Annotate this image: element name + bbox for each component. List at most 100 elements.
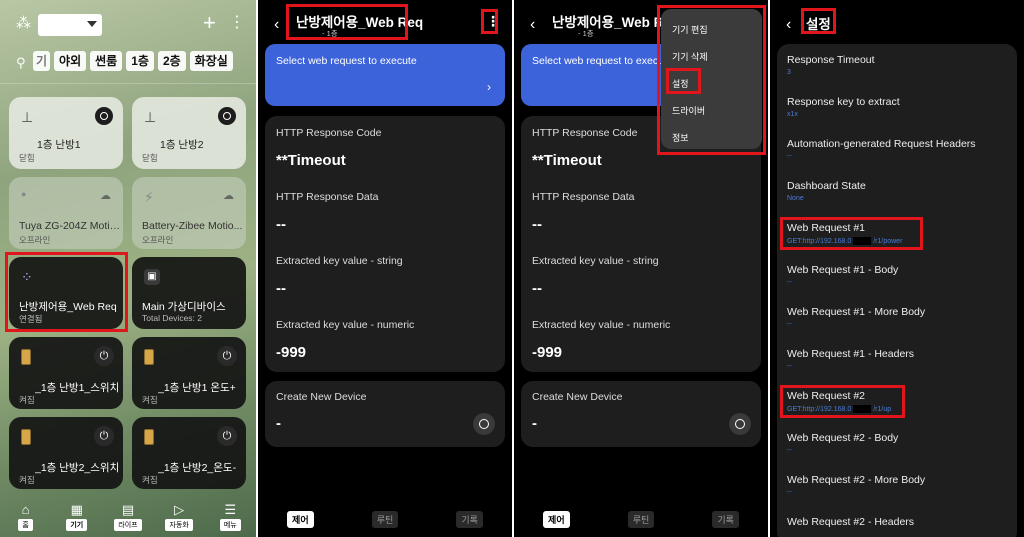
room-chip[interactable]: 썬룸 <box>90 51 123 71</box>
room-chip[interactable]: 기 <box>33 51 51 71</box>
tab-control[interactable]: 제어 <box>543 510 570 528</box>
redacted-mask <box>853 237 872 245</box>
tab-home[interactable]: ⌂ 홈 <box>6 502 46 531</box>
settings-item[interactable]: Response key to extract x1x <box>787 96 900 118</box>
url-prefix: GET:http://192.168.0 <box>787 405 852 413</box>
tab-routine[interactable]: 루틴 <box>627 510 655 528</box>
automation-icon: ▷ <box>174 502 185 517</box>
back-icon[interactable]: ‹ <box>274 16 279 34</box>
setting-title: Web Request #2 <box>787 390 866 402</box>
device-card[interactable]: ⊥ 1층 난방1 닫힘 <box>9 97 123 169</box>
more-options-icon[interactable]: ⋮ <box>486 14 500 28</box>
tab-devices[interactable]: ▦ 기기 <box>57 502 97 531</box>
device-card[interactable]: ⏻ _1층 난방1 온도+ 켜짐 <box>132 337 246 409</box>
field-value: -- <box>532 216 542 233</box>
field-value: -999 <box>276 344 307 361</box>
settings-item[interactable]: Web Request #2 - Headers <box>787 516 914 528</box>
power-toggle-button[interactable] <box>218 107 236 125</box>
setting-title: Web Request #2 - More Body <box>787 474 926 486</box>
tab-life[interactable]: ▤ 라이프 <box>108 502 148 531</box>
power-icon[interactable]: ⏻ <box>217 346 237 366</box>
selector-label: Select web request to execute <box>532 55 673 67</box>
tab-control[interactable]: 제어 <box>287 510 314 528</box>
device-status: 오프라인 <box>19 235 51 245</box>
tab-history[interactable]: 기록 <box>456 510 483 528</box>
menu-item-driver[interactable]: 드라이버 <box>672 104 705 117</box>
tab-automation[interactable]: ▷ 자동화 <box>159 502 199 531</box>
divider <box>0 83 256 84</box>
setting-value: -- <box>787 489 792 496</box>
setting-value: -- <box>787 153 792 160</box>
room-chip[interactable]: 화장실 <box>189 51 233 71</box>
device-name: 1층 난방1 <box>37 139 81 151</box>
tab-menu[interactable]: ☰ 메뉴 <box>210 502 250 531</box>
settings-item[interactable]: Web Request #2 - Body -- <box>787 432 898 454</box>
device-card[interactable]: ▣ Main 가상디바이스 Total Devices: 2 <box>132 257 246 329</box>
field-label: Extracted key value - numeric <box>532 319 671 331</box>
menu-item-info[interactable]: 정보 <box>672 131 689 144</box>
field-label: HTTP Response Data <box>532 191 635 203</box>
create-device-card: Create New Device - <box>265 381 505 447</box>
settings-screen: ‹ 설정 Response Timeout 3 Response key to … <box>770 0 1024 537</box>
detail-tabs: 제어 루틴 기록 <box>258 501 512 537</box>
settings-item[interactable]: Dashboard State None <box>787 180 866 202</box>
more-options-icon[interactable]: ⋮ <box>229 13 245 33</box>
device-name: 1층 난방2 <box>160 139 204 151</box>
device-status: Total Devices: 2 <box>142 313 202 323</box>
setting-value: -- <box>787 279 792 286</box>
menu-item-settings[interactable]: 설정 <box>672 77 689 90</box>
add-icon[interactable]: + <box>203 12 216 34</box>
tab-history[interactable]: 기록 <box>712 510 739 528</box>
device-status: 켜짐 <box>19 475 35 485</box>
create-device-button[interactable] <box>473 413 495 435</box>
device-card[interactable]: ● ☁ Tuya ZG-204Z Motio... 오프라인 <box>9 177 123 249</box>
create-device-button[interactable] <box>729 413 751 435</box>
settings-item-web-request-1[interactable]: Web Request #1 GET:http://192.168.0/r1/p… <box>787 222 902 245</box>
setting-value: 3 <box>787 69 791 76</box>
page-subtitle: - 1층 <box>322 29 338 38</box>
device-card-web-request[interactable]: ⁘ 난방제어용_Web Req 연결됨 <box>9 257 123 329</box>
room-chip[interactable]: 야외 <box>54 51 87 71</box>
power-icon[interactable]: ⏻ <box>94 426 114 446</box>
location-select[interactable] <box>38 14 102 36</box>
device-name: _1층 난방2_온도- <box>158 462 237 474</box>
setting-title: Web Request #1 <box>787 222 866 234</box>
device-card[interactable]: ⏻ _1층 난방2_스위치 켜짐 <box>9 417 123 489</box>
settings-item[interactable]: Web Request #1 - More Body -- <box>787 306 925 328</box>
settings-item-web-request-2[interactable]: Web Request #2 GET:http://192.168.0/r1/u… <box>787 390 891 413</box>
settings-item[interactable]: Response Timeout 3 <box>787 54 875 76</box>
field-value: -- <box>532 280 542 297</box>
search-icon[interactable]: ⚲ <box>16 55 26 71</box>
menu-item-delete-device[interactable]: 기기 삭제 <box>672 50 708 63</box>
settings-item[interactable]: Web Request #1 - Headers -- <box>787 348 914 370</box>
power-toggle-button[interactable] <box>95 107 113 125</box>
settings-item[interactable]: Automation-generated Request Headers -- <box>787 138 976 160</box>
settings-item[interactable]: Web Request #2 - More Body -- <box>787 474 925 496</box>
switch-icon <box>144 349 154 365</box>
device-card[interactable]: ⚡ ☁ Battery-Zibee Motio... 오프라인 <box>132 177 246 249</box>
power-icon[interactable]: ⏻ <box>94 346 114 366</box>
setting-title: Response key to extract <box>787 96 900 108</box>
room-chip[interactable]: 2층 <box>157 51 186 71</box>
web-request-selector[interactable]: Select web request to execute › <box>265 44 505 106</box>
field-value: **Timeout <box>276 152 346 169</box>
device-card[interactable]: ⊥ 1층 난방2 닫힘 <box>132 97 246 169</box>
settings-item[interactable]: Web Request #1 - Body -- <box>787 264 898 286</box>
setting-value: GET:http://192.168.0/r1/up <box>787 405 891 413</box>
device-name: _1층 난방1 온도+ <box>158 382 236 394</box>
switch-icon <box>144 429 154 445</box>
home-screen: ⁂ + ⋮ ⚲ 기 야외 썬룸 1층 2층 화장실 ⊥ 1층 난방1 닫힘 ⊥ … <box>0 0 256 537</box>
menu-icon: ☰ <box>224 502 237 517</box>
switch-icon <box>21 349 31 365</box>
power-icon[interactable]: ⏻ <box>217 426 237 446</box>
room-chip[interactable]: 1층 <box>126 51 154 71</box>
tab-routine[interactable]: 루틴 <box>371 510 399 528</box>
setting-value: -- <box>787 363 792 370</box>
back-icon[interactable]: ‹ <box>786 16 791 34</box>
setting-title: Web Request #1 - Body <box>787 264 899 276</box>
device-status: 켜짐 <box>142 475 158 485</box>
back-icon[interactable]: ‹ <box>530 16 535 34</box>
menu-item-edit-device[interactable]: 기기 편집 <box>672 23 708 36</box>
device-card[interactable]: ⏻ _1층 난방2_온도- 켜짐 <box>132 417 246 489</box>
device-card[interactable]: ⏻ _1층 난방1_스위치 켜짐 <box>9 337 123 409</box>
